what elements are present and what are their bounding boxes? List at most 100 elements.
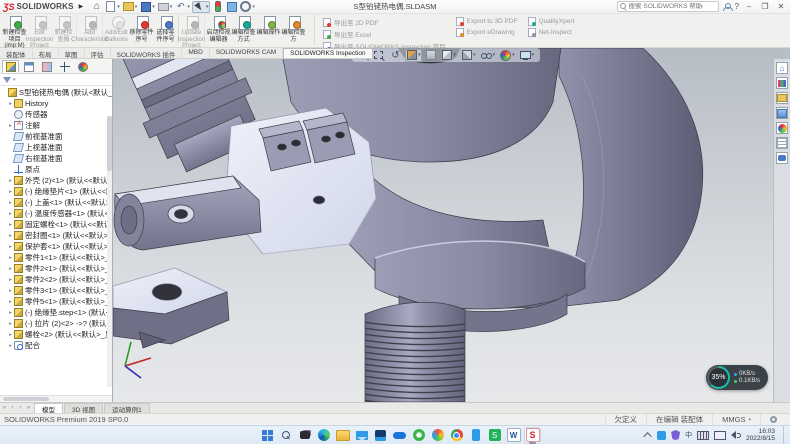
dropdown-arrow-icon[interactable]: ▾ bbox=[152, 4, 155, 10]
expand-arrow-icon[interactable]: ▸ bbox=[7, 233, 14, 239]
expand-arrow-icon[interactable]: ▸ bbox=[7, 343, 14, 349]
doc-tab-nav-arrow[interactable]: « bbox=[1, 405, 8, 411]
taskbar-chrome-button[interactable] bbox=[448, 427, 465, 444]
dropdown-arrow-icon[interactable]: ▾ bbox=[170, 4, 173, 10]
export-excel-button[interactable]: 导出至 Excel bbox=[323, 29, 446, 39]
expand-arrow-icon[interactable]: ▸ bbox=[7, 266, 14, 272]
taskbar-explorer-button[interactable] bbox=[334, 427, 351, 444]
expand-arrow-icon[interactable]: ▸ bbox=[7, 299, 14, 305]
expand-arrow-icon[interactable]: ▸ bbox=[7, 123, 14, 129]
ribbon-edit-method-button[interactable]: 编辑检查方式 bbox=[231, 15, 256, 43]
hud-annot-button[interactable]: ▾ bbox=[425, 49, 438, 62]
dropdown-arrow-icon[interactable]: ▾ bbox=[187, 4, 190, 10]
hud-orient-button[interactable]: ▾ bbox=[441, 49, 458, 62]
doc-tab-nav-arrow[interactable]: ‹ bbox=[9, 405, 16, 411]
dropdown-arrow-icon[interactable]: ▾ bbox=[135, 4, 138, 10]
panel-tab-dimx[interactable] bbox=[56, 60, 73, 73]
hud-prev-view-button[interactable]: ▾ bbox=[389, 49, 402, 62]
expand-arrow-icon[interactable]: ▸ bbox=[7, 211, 14, 217]
taskbar-start-button[interactable] bbox=[258, 427, 275, 444]
tab-item[interactable]: SOLIDWORKS Inspection bbox=[283, 48, 373, 58]
export-edrw-button[interactable]: Export eDrawing bbox=[456, 28, 518, 37]
hud-appearance-button[interactable]: ▾ bbox=[499, 49, 516, 62]
ribbon-edit-project-button[interactable]: Edit Inspection Project bbox=[27, 15, 52, 50]
dropdown-arrow-icon[interactable]: ▾ bbox=[532, 52, 535, 58]
tab-item[interactable]: MBD bbox=[182, 48, 209, 58]
expand-arrow-icon[interactable]: ▸ bbox=[7, 200, 14, 206]
tab-item[interactable]: 评估 bbox=[85, 48, 111, 58]
export-pdf3d-button[interactable]: Export to 3D PDF bbox=[456, 17, 518, 26]
tree-horizontal-scrollbar[interactable] bbox=[0, 395, 112, 402]
quicktool-new-button[interactable]: ▾ bbox=[104, 1, 121, 13]
expand-arrow-icon[interactable]: ▸ bbox=[7, 332, 14, 338]
quicktool-undo-button[interactable]: ▾ bbox=[174, 1, 191, 13]
dropdown-arrow-icon[interactable]: ▾ bbox=[512, 52, 515, 58]
model-3d-view[interactable] bbox=[113, 48, 773, 402]
shield-icon[interactable] bbox=[671, 430, 680, 440]
expand-arrow-icon[interactable]: ▸ bbox=[7, 189, 14, 195]
tree-item-part[interactable]: ▸ 零件1<1> (默认<<默认>_显示状态 bbox=[1, 252, 112, 263]
doc-tab-item[interactable]: 运动算例1 bbox=[104, 403, 150, 413]
menu-expand-icon[interactable]: ▶ bbox=[79, 3, 84, 10]
quicktool-save-button[interactable]: ▾ bbox=[139, 1, 156, 13]
tree-item-part[interactable]: ▸ (-) 绝缘垫.step<1> (默认<<默认> bbox=[1, 307, 112, 318]
dropdown-arrow-icon[interactable]: ▾ bbox=[206, 4, 209, 10]
panel-tab-feature[interactable] bbox=[2, 60, 19, 73]
tree-item-part[interactable]: ▸ 零件2<1> (默认<<默认>_显示状态 bbox=[1, 263, 112, 274]
ribbon-new-project-button[interactable]: 新建检查项目 (imp:M) bbox=[2, 15, 27, 50]
panel-tab-props[interactable] bbox=[20, 60, 37, 73]
taskpane-file-explorer-icon[interactable] bbox=[776, 92, 788, 104]
taskbar-taskview-button[interactable] bbox=[296, 427, 313, 444]
clock[interactable]: 16:03 2022/8/15 bbox=[746, 428, 775, 442]
status-options[interactable] bbox=[760, 414, 786, 425]
tree-item-part[interactable]: ▸ 密封圈<1> (默认<<默认>_显示状态 bbox=[1, 230, 112, 241]
hud-scene-button[interactable]: ▾ bbox=[519, 49, 536, 62]
doc-tab-nav-arrow[interactable]: » bbox=[25, 405, 32, 411]
taskpane-forum-icon[interactable] bbox=[776, 152, 788, 164]
hud-section-button[interactable]: ▾ bbox=[405, 49, 422, 62]
tree-item-part[interactable]: ▸ 零件5<1> (默认<<默认>_显示状态 bbox=[1, 296, 112, 307]
taskbar-store-button[interactable] bbox=[372, 427, 389, 444]
hud-hide-items-button[interactable]: ▾ bbox=[480, 49, 497, 62]
tree-item-part[interactable]: ▸ 固定螺栓<1> (默认<<默认>_显示状 bbox=[1, 219, 112, 230]
help-search-box[interactable]: ▾ bbox=[617, 1, 719, 12]
taskbar-antivirus-button[interactable] bbox=[410, 427, 427, 444]
ribbon-launch-editor-button[interactable]: 启动检视编辑器 bbox=[206, 15, 231, 43]
dropdown-arrow-icon[interactable]: ▾ bbox=[493, 52, 496, 58]
tree-vertical-scrollbar[interactable] bbox=[107, 116, 112, 387]
expand-arrow-icon[interactable]: ▸ bbox=[7, 244, 14, 250]
tree-item-plane[interactable]: 右视基准面 bbox=[1, 153, 112, 164]
ribbon-update-project-button[interactable]: Update Inspection Project bbox=[180, 15, 205, 50]
help-button[interactable]: ? bbox=[735, 2, 739, 11]
expand-arrow-icon[interactable]: ▸ bbox=[7, 288, 14, 294]
tree-item-part[interactable]: ▸ (-) 拉片 (2)<2> ->? (默认<<默认 bbox=[1, 318, 112, 329]
search-dropdown-icon[interactable]: ▾ bbox=[701, 4, 704, 10]
minimize-button[interactable]: – bbox=[743, 2, 755, 11]
quicktool-print-button[interactable]: ▾ bbox=[157, 1, 174, 13]
tab-item[interactable]: SOLIDWORKS CAM bbox=[210, 48, 283, 58]
tree-item-part[interactable]: ▸ 零件3<1> (默认<<默认>_显示状态 bbox=[1, 285, 112, 296]
dropdown-arrow-icon[interactable]: ▾ bbox=[117, 4, 120, 10]
taskpane-view-palette-icon[interactable] bbox=[776, 107, 788, 119]
export-pdf2d-button[interactable]: 导出至 2D PDF bbox=[323, 17, 446, 27]
tree-item-folder-history[interactable]: ▸ History bbox=[1, 98, 112, 109]
expand-arrow-icon[interactable]: ▸ bbox=[7, 101, 14, 107]
taskbar-phone-button[interactable] bbox=[467, 427, 484, 444]
taskbar-browser360-button[interactable] bbox=[429, 427, 446, 444]
tree-item-plane[interactable]: 上视基准面 bbox=[1, 142, 112, 153]
quicktool-rebuild-button[interactable]: ▾ bbox=[211, 1, 224, 13]
expand-arrow-icon[interactable]: ▸ bbox=[7, 310, 14, 316]
taskpane-design-library-icon[interactable] bbox=[776, 77, 788, 89]
close-button[interactable]: ✕ bbox=[775, 2, 787, 11]
ribbon-select-balloon-button[interactable]: 选择零件序号 bbox=[154, 15, 179, 43]
quicktool-options-button[interactable]: ▾ bbox=[239, 1, 256, 13]
ribbon-add-char-button[interactable]: Add Characteristic bbox=[78, 15, 103, 43]
quicktool-home-button[interactable]: ▾ bbox=[90, 1, 103, 13]
tree-item-part[interactable]: ▸ 保护套<1> (默认<<默认>_显示状 bbox=[1, 241, 112, 252]
tab-item[interactable]: 草图 bbox=[59, 48, 85, 58]
taskbar-edge-button[interactable] bbox=[315, 427, 332, 444]
dropdown-arrow-icon[interactable]: ▾ bbox=[454, 52, 457, 58]
doc-tab-nav-arrow[interactable]: › bbox=[17, 405, 24, 411]
taskbar-onedrive-button[interactable] bbox=[391, 427, 408, 444]
filter-dropdown-icon[interactable]: ▾ bbox=[13, 77, 16, 83]
